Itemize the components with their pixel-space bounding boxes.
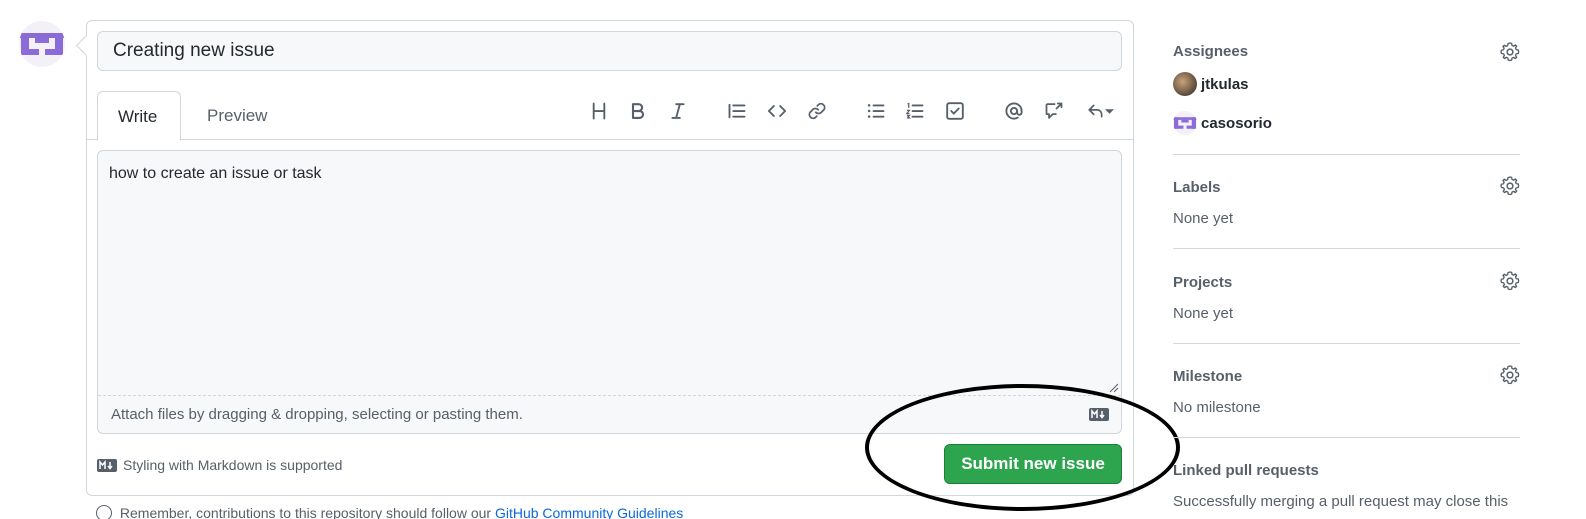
assignee-jtkulas[interactable]: jtkulas	[1173, 72, 1249, 96]
assignee-casosorio[interactable]: casosorio	[1173, 111, 1272, 135]
sidebar-labels: Labels None yet	[1173, 155, 1520, 249]
linked-prs-heading: Linked pull requests	[1173, 462, 1319, 479]
projects-heading[interactable]: Projects	[1173, 274, 1232, 291]
linked-prs-value: Successfully merging a pull request may …	[1173, 493, 1509, 510]
tab-write[interactable]: Write	[97, 91, 181, 141]
heading-icon[interactable]	[585, 100, 613, 122]
bold-icon[interactable]	[624, 100, 652, 122]
identicon-icon	[1173, 117, 1197, 129]
assignee-name: casosorio	[1201, 114, 1272, 132]
identicon-icon	[19, 33, 65, 55]
link-icon[interactable]	[803, 100, 831, 122]
projects-value: None yet	[1173, 305, 1234, 322]
unordered-list-icon[interactable]	[862, 100, 890, 122]
assignees-heading[interactable]: Assignees	[1173, 43, 1248, 60]
reply-icon[interactable]	[1080, 100, 1120, 122]
attach-files-bar[interactable]: Attach files by dragging & dropping, sel…	[98, 395, 1121, 433]
markdown-icon	[1089, 408, 1109, 421]
avatar	[1173, 72, 1197, 96]
gear-icon[interactable]	[1500, 42, 1520, 62]
markdown-icon	[97, 458, 117, 472]
code-icon[interactable]	[763, 100, 791, 122]
attach-files-text: Attach files by dragging & dropping, sel…	[111, 406, 523, 423]
issue-composer: Write Preview how to create an issue or …	[86, 20, 1134, 496]
issue-title-input[interactable]	[97, 31, 1122, 71]
footnote-text: Remember, contributions to this reposito…	[119, 505, 492, 519]
milestone-value: No milestone	[1173, 399, 1261, 416]
markdown-support-text: Styling with Markdown is supported	[123, 457, 343, 473]
tab-preview[interactable]: Preview	[187, 91, 287, 140]
issue-sidebar: Assignees jtkulas casosorio Labels None …	[1173, 30, 1520, 518]
gear-icon[interactable]	[1500, 271, 1520, 291]
chevron-down-icon	[1104, 108, 1114, 114]
quote-icon[interactable]	[723, 100, 751, 122]
labels-value: None yet	[1173, 210, 1234, 227]
user-avatar[interactable]	[19, 21, 65, 67]
issue-body-editor[interactable]: how to create an issue or task Attach fi…	[97, 150, 1122, 434]
sidebar-linked-pull-requests: Linked pull requests Successfully mergin…	[1173, 438, 1520, 518]
assignee-name: jtkulas	[1201, 75, 1249, 93]
labels-heading[interactable]: Labels	[1173, 179, 1221, 196]
gear-icon[interactable]	[1500, 176, 1520, 196]
cross-reference-icon[interactable]	[1040, 100, 1068, 122]
info-icon	[96, 505, 112, 519]
ordered-list-icon[interactable]	[901, 100, 929, 122]
task-list-icon[interactable]	[941, 100, 969, 122]
issue-body-text[interactable]: how to create an issue or task	[109, 165, 322, 183]
sidebar-projects: Projects None yet	[1173, 249, 1520, 344]
markdown-support-hint[interactable]: Styling with Markdown is supported	[97, 457, 342, 473]
resize-handle-icon[interactable]	[1109, 383, 1119, 393]
sidebar-milestone: Milestone No milestone	[1173, 344, 1520, 438]
milestone-heading[interactable]: Milestone	[1173, 368, 1242, 385]
gear-icon[interactable]	[1500, 365, 1520, 385]
contribution-footnote: Remember, contributions to this reposito…	[96, 505, 683, 519]
avatar	[1173, 111, 1197, 135]
mention-icon[interactable]	[1000, 100, 1028, 122]
italic-icon[interactable]	[664, 100, 692, 122]
sidebar-assignees: Assignees jtkulas casosorio	[1173, 30, 1520, 155]
community-guidelines-link[interactable]: GitHub Community Guidelines	[495, 505, 683, 519]
submit-new-issue-button[interactable]: Submit new issue	[944, 444, 1122, 484]
